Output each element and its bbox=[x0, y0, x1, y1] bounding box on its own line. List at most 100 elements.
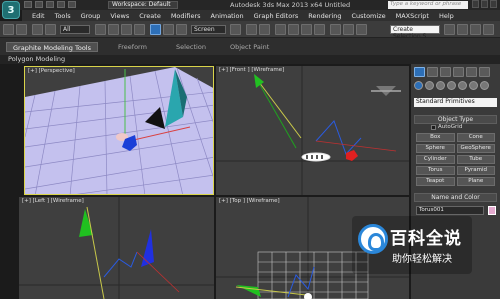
modify-tab-icon[interactable] bbox=[427, 67, 438, 77]
object-type-rollout-header[interactable]: Object Type bbox=[414, 115, 497, 124]
geosphere-button[interactable]: GeoSphere bbox=[456, 144, 495, 153]
teapot-button[interactable]: Teapot bbox=[416, 177, 455, 186]
helpers-icon[interactable] bbox=[458, 81, 467, 90]
menu-tools[interactable]: Tools bbox=[55, 12, 71, 20]
redo-icon[interactable] bbox=[16, 24, 27, 35]
search-input[interactable]: Type a keyword or phrase bbox=[388, 1, 468, 9]
viewport-front[interactable]: [+] [Front ] [Wireframe] bbox=[216, 66, 409, 195]
cone-button[interactable]: Cone bbox=[456, 133, 495, 142]
menu-modifiers[interactable]: Modifiers bbox=[171, 12, 201, 20]
menu-bar: Edit Tools Group Views Create Modifiers … bbox=[22, 10, 500, 21]
mirror-icon[interactable] bbox=[343, 24, 354, 35]
snaps-toggle-icon[interactable] bbox=[275, 24, 286, 35]
box-button[interactable]: Box bbox=[416, 133, 455, 142]
menu-customize[interactable]: Customize bbox=[351, 12, 385, 20]
hierarchy-tab-icon[interactable] bbox=[440, 67, 451, 77]
minimize-button[interactable] bbox=[472, 0, 479, 8]
select-by-name-icon[interactable] bbox=[108, 24, 119, 35]
tab-selection[interactable]: Selection bbox=[170, 42, 212, 52]
display-tab-icon[interactable] bbox=[466, 67, 477, 77]
lights-icon[interactable] bbox=[436, 81, 445, 90]
torus-button[interactable]: Torus bbox=[416, 166, 455, 175]
redo-icon[interactable] bbox=[68, 1, 76, 8]
autogrid-checkbox-box[interactable] bbox=[431, 124, 436, 130]
primitive-category-dropdown[interactable]: Standard Primitives bbox=[414, 98, 497, 107]
select-manipulate-icon[interactable] bbox=[246, 24, 257, 35]
save-file-icon[interactable] bbox=[46, 1, 54, 8]
main-toolbar: All Screen Create Selection S bbox=[0, 21, 500, 40]
viewport-label-perspective[interactable]: [+] [Perspective] bbox=[28, 68, 75, 74]
reference-coordinate-dropdown[interactable]: Screen bbox=[191, 25, 226, 34]
cylinder-button[interactable]: Cylinder bbox=[416, 155, 455, 164]
systems-icon[interactable] bbox=[480, 81, 489, 90]
tab-freeform[interactable]: Freeform bbox=[112, 42, 153, 52]
object-name-field[interactable]: Torus001 bbox=[416, 206, 484, 215]
utilities-tab-icon[interactable] bbox=[479, 67, 490, 77]
menu-create[interactable]: Create bbox=[139, 12, 161, 20]
material-editor-icon[interactable] bbox=[470, 24, 481, 35]
tube-button[interactable]: Tube bbox=[456, 155, 495, 164]
select-object-icon[interactable] bbox=[95, 24, 106, 35]
viewport-left[interactable]: [+] [Left ] [Wireframe] bbox=[19, 197, 214, 299]
ribbon-panel-polygon-modeling[interactable]: Polygon Modeling bbox=[0, 55, 500, 64]
menu-edit[interactable]: Edit bbox=[32, 12, 45, 20]
tab-object-paint[interactable]: Object Paint bbox=[224, 42, 275, 52]
viewport-label-front[interactable]: [+] [Front ] [Wireframe] bbox=[219, 67, 284, 73]
geometry-icon[interactable] bbox=[414, 81, 423, 90]
create-categories bbox=[414, 81, 489, 90]
align-icon[interactable] bbox=[356, 24, 367, 35]
selection-filter-dropdown[interactable]: All bbox=[60, 25, 90, 34]
unlink-icon[interactable] bbox=[45, 24, 56, 35]
name-and-color-rollout-header[interactable]: Name and Color bbox=[414, 193, 497, 202]
undo-icon[interactable] bbox=[3, 24, 14, 35]
sphere-button[interactable]: Sphere bbox=[416, 144, 455, 153]
link-icon[interactable] bbox=[32, 24, 43, 35]
menu-rendering[interactable]: Rendering bbox=[308, 12, 341, 20]
menu-views[interactable]: Views bbox=[110, 12, 129, 20]
close-button[interactable] bbox=[490, 0, 497, 8]
left-scene bbox=[19, 197, 214, 299]
menu-maxscript[interactable]: MAXScript bbox=[396, 12, 429, 20]
render-setup-icon[interactable] bbox=[483, 24, 494, 35]
app-window: Workspace: Default Autodesk 3ds Max 2013… bbox=[0, 0, 500, 299]
cameras-icon[interactable] bbox=[447, 81, 456, 90]
undo-icon[interactable] bbox=[57, 1, 65, 8]
named-selection-sets-dropdown[interactable]: Create Selection S bbox=[390, 25, 440, 40]
plane-button[interactable]: Plane bbox=[456, 177, 495, 186]
workspace-dropdown[interactable]: Workspace: Default bbox=[108, 1, 178, 9]
keyboard-shortcut-icon[interactable] bbox=[259, 24, 270, 35]
pivot-center-icon[interactable] bbox=[230, 24, 241, 35]
viewport-label-top[interactable]: [+] [Top ] [Wireframe] bbox=[219, 198, 280, 204]
select-and-move-icon[interactable] bbox=[150, 24, 161, 35]
app-logo-button[interactable]: 3 bbox=[2, 1, 20, 19]
window-crossing-icon[interactable] bbox=[134, 24, 145, 35]
angle-snap-icon[interactable] bbox=[288, 24, 299, 35]
object-color-swatch[interactable] bbox=[488, 206, 496, 215]
select-and-rotate-icon[interactable] bbox=[163, 24, 174, 35]
menu-help[interactable]: Help bbox=[439, 12, 454, 20]
menu-animation[interactable]: Animation bbox=[211, 12, 244, 20]
percent-snap-icon[interactable] bbox=[301, 24, 312, 35]
pyramid-button[interactable]: Pyramid bbox=[456, 166, 495, 175]
curve-editor-icon[interactable] bbox=[457, 24, 468, 35]
menu-group[interactable]: Group bbox=[81, 12, 101, 20]
autogrid-checkbox[interactable]: AutoGrid bbox=[431, 124, 462, 130]
motion-tab-icon[interactable] bbox=[453, 67, 464, 77]
viewport-perspective[interactable]: [+] [Perspective] bbox=[24, 66, 214, 195]
tab-graphite-modeling-tools[interactable]: Graphite Modeling Tools bbox=[6, 42, 99, 52]
layer-manager-icon[interactable] bbox=[444, 24, 455, 35]
create-tab-icon[interactable] bbox=[414, 67, 425, 77]
maximize-button[interactable] bbox=[481, 0, 488, 8]
menu-graph-editors[interactable]: Graph Editors bbox=[254, 12, 299, 20]
quick-access-toolbar bbox=[24, 1, 76, 8]
space-warps-icon[interactable] bbox=[469, 81, 478, 90]
spinner-snap-icon[interactable] bbox=[314, 24, 325, 35]
rectangular-selection-icon[interactable] bbox=[121, 24, 132, 35]
watermark-subtitle: 助你轻松解决 bbox=[392, 254, 452, 265]
open-file-icon[interactable] bbox=[35, 1, 43, 8]
shapes-icon[interactable] bbox=[425, 81, 434, 90]
edit-named-selection-icon[interactable] bbox=[330, 24, 341, 35]
viewport-label-left[interactable]: [+] [Left ] [Wireframe] bbox=[22, 198, 84, 204]
new-file-icon[interactable] bbox=[24, 1, 32, 8]
select-and-scale-icon[interactable] bbox=[176, 24, 187, 35]
